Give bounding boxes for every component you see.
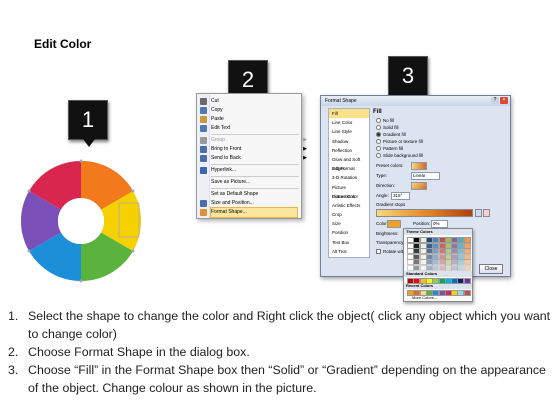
radio-icon	[376, 153, 381, 159]
dialog-category-list: Fill Line Color Line Style Shadow Reflec…	[328, 108, 370, 258]
menu-item-save-as-picture[interactable]: Save as Picture...	[211, 178, 297, 187]
type-label: Type:	[376, 173, 388, 178]
menu-item-format-shape[interactable]: Format Shape...	[200, 207, 298, 218]
help-icon[interactable]: ?	[491, 97, 499, 104]
option-slide-background-fill[interactable]: Slide background fill	[376, 153, 423, 159]
instruction-list: 1. Select the shape to change the color a…	[8, 307, 556, 397]
menu-item-paste[interactable]: Paste	[200, 115, 297, 124]
step-badge-3: 3	[388, 56, 428, 103]
menu-separator	[211, 134, 299, 135]
remove-stop-icon[interactable]	[483, 209, 490, 217]
option-solid-fill[interactable]: Solid fill	[376, 125, 399, 131]
radio-icon	[376, 125, 381, 131]
direction-dropdown[interactable]	[411, 182, 427, 190]
category-line-color[interactable]: Line Color	[329, 118, 369, 127]
menu-item-send-to-back[interactable]: Send to Back ▶	[200, 154, 307, 163]
position-input[interactable]: 0%	[431, 220, 448, 228]
link-icon	[200, 167, 207, 174]
menu-item-set-default-shape[interactable]: Set as Default Shape	[211, 190, 297, 199]
menu-item-edit-text[interactable]: Edit Text	[200, 124, 297, 133]
angle-label: Angle:	[376, 193, 389, 198]
color-wheel[interactable]	[15, 145, 147, 297]
radio-selected-icon	[376, 132, 381, 138]
step-badge-1: 1	[68, 100, 108, 147]
category-artistic-effects[interactable]: Artistic Effects	[329, 201, 369, 210]
category-line-style[interactable]: Line Style	[329, 127, 369, 136]
format-shape-icon	[200, 209, 207, 216]
angle-input[interactable]: 315°	[391, 192, 410, 200]
menu-item-bring-to-front[interactable]: Bring to Front ▶	[200, 145, 307, 154]
color-swatch[interactable]	[463, 290, 471, 296]
direction-label: Direction:	[376, 183, 396, 188]
brightness-label: Brightness:	[376, 231, 399, 236]
submenu-arrow-icon: ▶	[303, 146, 307, 152]
color-label: Color	[376, 221, 387, 226]
submenu-arrow-icon: ▶	[303, 155, 307, 161]
menu-separator	[211, 164, 299, 165]
text-edit-icon	[200, 125, 207, 132]
instruction-step: 3. Choose “Fill” in the Format Shape box …	[8, 363, 546, 395]
checkbox-icon	[376, 249, 381, 255]
menu-separator	[211, 176, 299, 177]
option-no-fill[interactable]: No fill	[376, 118, 394, 124]
category-reflection[interactable]: Reflection	[329, 146, 369, 155]
color-dropdown[interactable]	[387, 220, 401, 228]
preset-colors-label: Preset colors:	[376, 163, 404, 168]
menu-separator	[211, 188, 299, 189]
position-label: Position:	[413, 221, 431, 226]
category-3d-format[interactable]: 3-D Format	[329, 164, 369, 173]
preset-colors-dropdown[interactable]	[411, 162, 427, 170]
category-alt-text[interactable]: Alt Text	[329, 247, 369, 256]
menu-item-cut[interactable]: Cut	[200, 97, 297, 106]
dialog-titlebar: Format Shape	[321, 96, 510, 106]
category-3d-rotation[interactable]: 3-D Rotation	[329, 173, 369, 182]
close-icon[interactable]: ×	[500, 97, 508, 104]
menu-item-copy[interactable]: Copy	[200, 106, 297, 115]
size-icon	[200, 200, 207, 207]
scissors-icon	[200, 98, 207, 105]
submenu-arrow-icon: ▶	[303, 137, 307, 143]
close-button[interactable]: Close	[479, 264, 503, 274]
category-picture-corrections[interactable]: Picture Corrections	[329, 183, 369, 199]
instruction-step: 1. Select the shape to change the color a…	[8, 309, 551, 341]
bring-front-icon	[200, 146, 207, 153]
theme-colors-label: Theme Colors	[404, 229, 472, 235]
standard-colors-label: Standard Colors	[404, 271, 472, 277]
add-stop-icon[interactable]	[475, 209, 482, 217]
category-position[interactable]: Position	[329, 228, 369, 237]
gradient-stops-bar[interactable]	[376, 209, 473, 217]
gradient-stops-label: Gradient stops	[376, 202, 406, 207]
category-size[interactable]: Size	[329, 219, 369, 228]
category-text-box[interactable]: Text Box	[329, 238, 369, 247]
option-gradient-fill[interactable]: Gradient fill	[376, 132, 406, 138]
radio-icon	[376, 146, 381, 152]
send-back-icon	[200, 155, 207, 162]
instruction-step: 2. Choose Format Shape in the dialog box.	[8, 345, 250, 359]
category-picture-color[interactable]: Picture Color	[329, 192, 369, 201]
color-swatch[interactable]	[463, 264, 471, 271]
color-picker-popup: Theme Colors Standard Colors Recent Colo…	[403, 228, 473, 302]
category-fill[interactable]: Fill	[329, 109, 369, 119]
category-glow[interactable]: Glow and Soft Edges	[329, 155, 369, 171]
menu-item-hyperlink[interactable]: Hyperlink...	[200, 166, 297, 175]
group-icon	[200, 137, 207, 144]
context-menu: Cut Copy Paste Edit Text Group ▶ Bring to…	[196, 93, 307, 219]
category-crop[interactable]: Crop	[329, 210, 369, 219]
category-shadow[interactable]: Shadow	[329, 137, 369, 146]
menu-item-group[interactable]: Group ▶	[200, 136, 307, 145]
clipboard-icon	[200, 116, 207, 123]
radio-icon	[376, 118, 381, 124]
radio-icon	[376, 139, 381, 145]
option-pattern-fill[interactable]: Pattern fill	[376, 146, 403, 152]
transparency-label: Transparency:	[376, 240, 405, 245]
type-dropdown[interactable]: Linear	[411, 172, 440, 180]
option-picture-fill[interactable]: Picture or texture fill	[376, 139, 423, 145]
page-title: Edit Color	[34, 37, 92, 51]
color-swatch[interactable]	[463, 278, 471, 284]
copy-icon	[200, 107, 207, 114]
fill-heading: Fill	[373, 109, 382, 115]
